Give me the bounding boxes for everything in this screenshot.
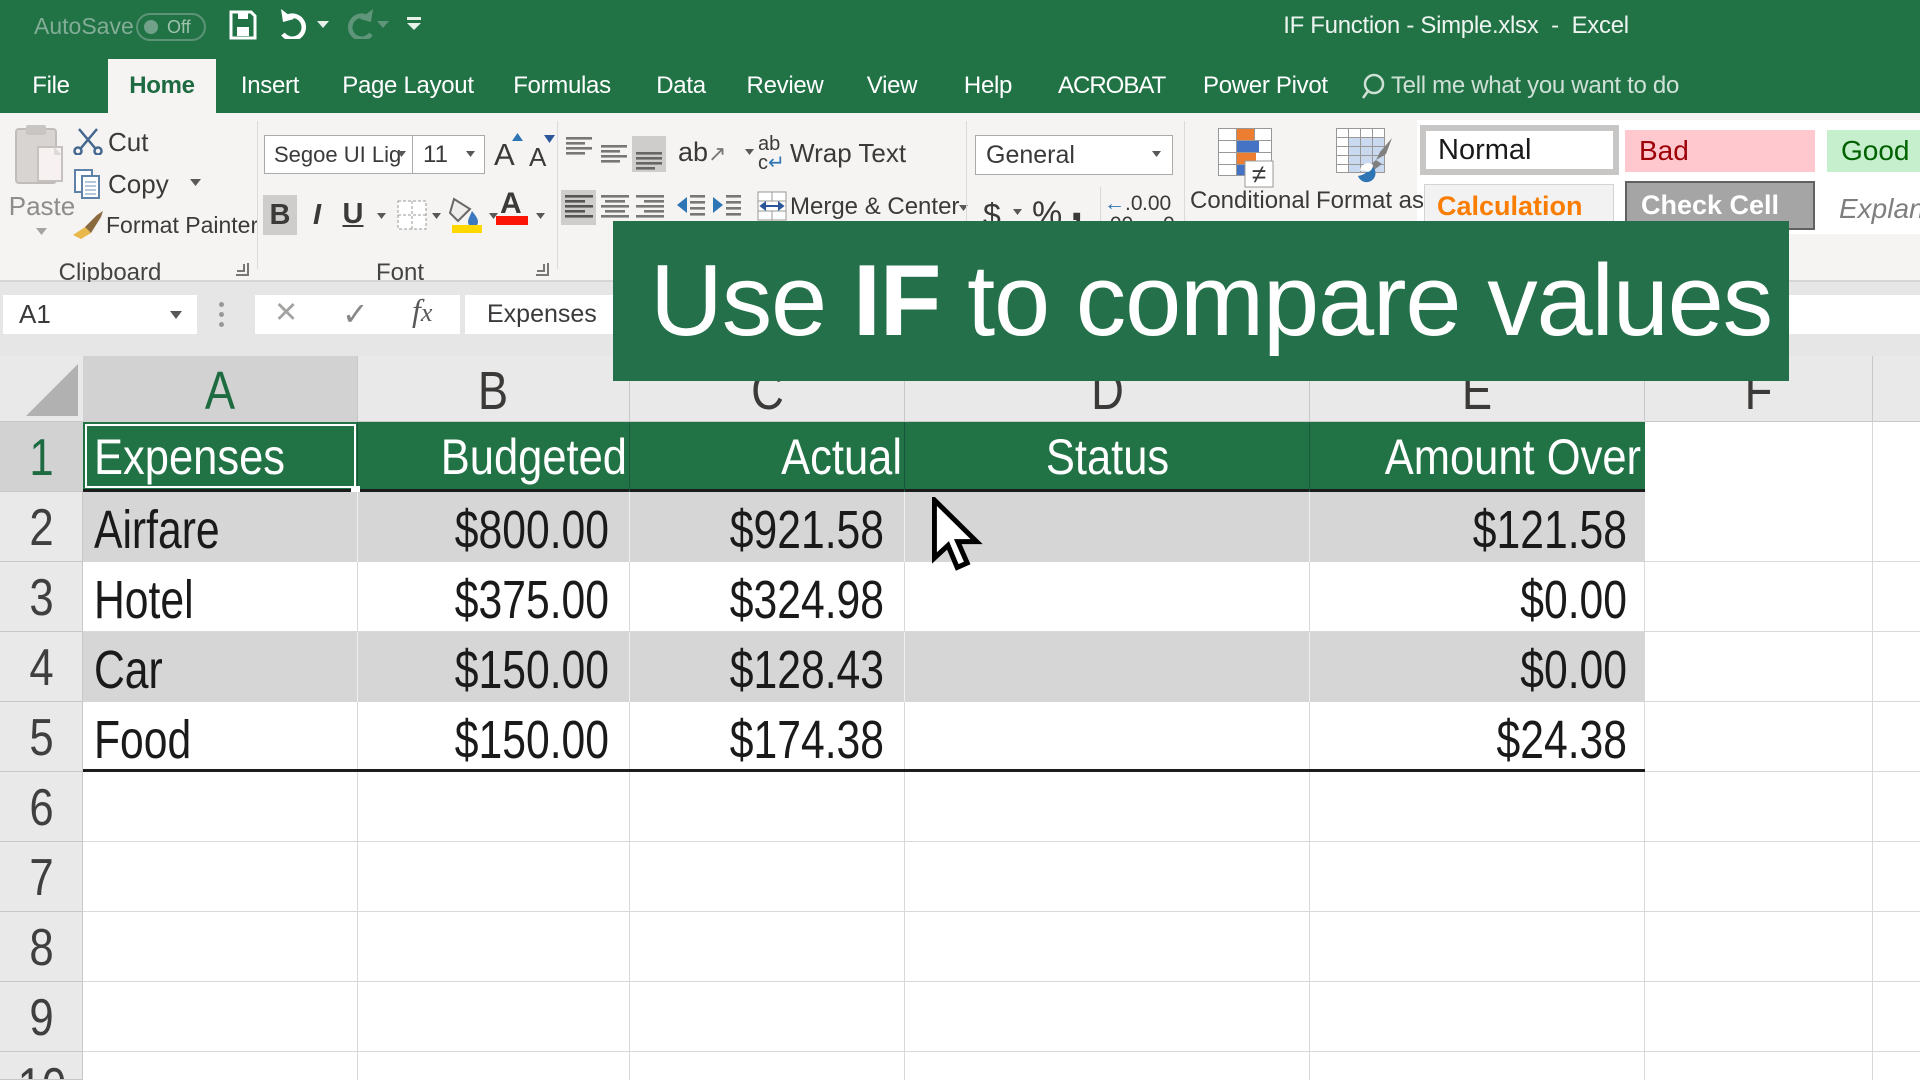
- svg-text:≠: ≠: [1252, 159, 1266, 188]
